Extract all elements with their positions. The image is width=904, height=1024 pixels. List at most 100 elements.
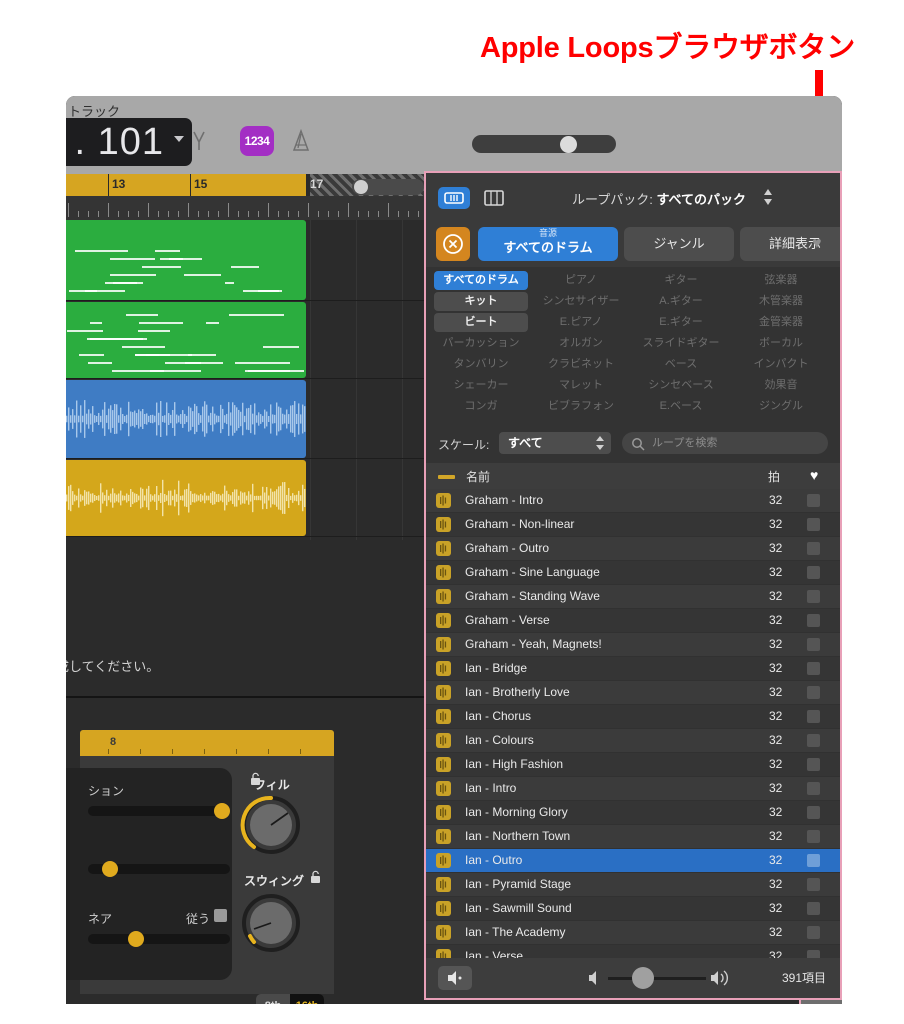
favorite-checkbox[interactable] [807, 758, 820, 771]
favorite-checkbox[interactable] [807, 494, 820, 507]
list-item[interactable]: Ian - Outro 32 [426, 849, 840, 873]
slider-thumb[interactable] [214, 803, 230, 819]
list-item[interactable]: Ian - Bridge 32 [426, 657, 840, 681]
table-row[interactable] [66, 460, 306, 536]
favorite-checkbox[interactable] [807, 806, 820, 819]
tab-details[interactable]: 詳細表示 [740, 227, 840, 261]
category-cell-2-6[interactable]: マレット [534, 376, 628, 395]
category-cell-2-3[interactable]: E.ピアノ [534, 313, 628, 332]
cycle-region[interactable] [66, 174, 306, 196]
category-cell-1-4[interactable]: パーカッション [434, 334, 528, 353]
category-cell-4-7[interactable]: ジングル [734, 397, 828, 416]
list-item[interactable]: Ian - Pyramid Stage 32 [426, 873, 840, 897]
list-item[interactable]: Graham - Intro 32 [426, 489, 840, 513]
list-item[interactable]: Graham - Standing Wave 32 [426, 585, 840, 609]
favorite-checkbox[interactable] [807, 710, 820, 723]
favorite-checkbox[interactable] [807, 686, 820, 699]
category-cell-4-5[interactable]: インパクト [734, 355, 828, 374]
slider-thumb[interactable] [560, 136, 577, 153]
loop-type-column-icon[interactable] [438, 475, 455, 479]
list-item[interactable]: Ian - High Fashion 32 [426, 753, 840, 777]
loop-pack-view-icon[interactable] [438, 187, 470, 209]
favorite-checkbox[interactable] [807, 926, 820, 939]
fill-knob[interactable] [240, 794, 302, 856]
list-item[interactable]: Ian - Northern Town 32 [426, 825, 840, 849]
category-cell-4-1[interactable]: 弦楽器 [734, 271, 828, 290]
list-item[interactable]: Ian - The Academy 32 [426, 921, 840, 945]
category-cell-1-5[interactable]: タンバリン [434, 355, 528, 374]
list-item[interactable]: Ian - Intro 32 [426, 777, 840, 801]
tab-genre[interactable]: ジャンル [624, 227, 734, 261]
category-cell-2-7[interactable]: ビブラフォン [534, 397, 628, 416]
favorite-checkbox[interactable] [807, 542, 820, 555]
category-cell-1-7[interactable]: コンガ [434, 397, 528, 416]
follow-checkbox[interactable] [214, 909, 227, 922]
tab-instrument[interactable]: 音源 すべてのドラム [478, 227, 618, 261]
category-cell-1-3[interactable]: ビート [434, 313, 528, 332]
category-cell-3-3[interactable]: E.ギター [634, 313, 728, 332]
favorite-checkbox[interactable] [807, 878, 820, 891]
preview-volume-slider[interactable] [608, 977, 706, 980]
column-header-name[interactable]: 名前 [466, 468, 490, 485]
favorite-checkbox[interactable] [807, 590, 820, 603]
category-cell-4-3[interactable]: 金管楽器 [734, 313, 828, 332]
list-item[interactable]: Graham - Outro 32 [426, 537, 840, 561]
heart-icon[interactable]: ♥ [810, 467, 818, 483]
favorite-checkbox[interactable] [807, 518, 820, 531]
slider-thumb[interactable] [354, 180, 368, 194]
column-view-icon[interactable] [478, 187, 510, 209]
list-item[interactable]: Graham - Non-linear 32 [426, 513, 840, 537]
favorite-checkbox[interactable] [807, 566, 820, 579]
scale-select[interactable]: すべて [499, 432, 611, 454]
list-item[interactable]: Ian - Verse 32 [426, 945, 840, 958]
note-value-group[interactable]: 8th 16th [256, 994, 324, 1004]
snare-slider[interactable] [88, 931, 230, 947]
list-item[interactable]: Ian - Brotherly Love 32 [426, 681, 840, 705]
favorite-checkbox[interactable] [807, 734, 820, 747]
tempo-display[interactable]: . 101 [66, 118, 192, 166]
complexity-slider[interactable] [88, 803, 230, 819]
category-cell-2-1[interactable]: ピアノ [534, 271, 628, 290]
category-cell-4-4[interactable]: ボーカル [734, 334, 828, 353]
timeline-ruler[interactable]: 13 15 17 [66, 174, 424, 196]
favorite-checkbox[interactable] [807, 662, 820, 675]
favorite-checkbox[interactable] [807, 638, 820, 651]
table-row[interactable] [66, 220, 306, 300]
table-row[interactable] [66, 302, 306, 378]
category-cell-2-4[interactable]: オルガン [534, 334, 628, 353]
list-item[interactable]: Ian - Morning Glory 32 [426, 801, 840, 825]
favorite-checkbox[interactable] [807, 950, 820, 958]
category-cell-4-2[interactable]: 木管楽器 [734, 292, 828, 311]
list-item[interactable]: Ian - Colours 32 [426, 729, 840, 753]
count-in-badge[interactable]: 1234 [240, 126, 274, 156]
category-cell-3-5[interactable]: ベース [634, 355, 728, 374]
editor-ruler[interactable]: 8 [80, 730, 334, 756]
favorite-checkbox[interactable] [807, 902, 820, 915]
up-down-stepper-icon[interactable] [762, 187, 774, 207]
list-item[interactable]: Ian - Chorus 32 [426, 705, 840, 729]
favorite-checkbox[interactable] [807, 854, 820, 867]
category-cell-2-5[interactable]: クラビネット [534, 355, 628, 374]
metronome-icon[interactable] [288, 128, 314, 154]
category-cell-3-2[interactable]: A.ギター [634, 292, 728, 311]
loudness-slider[interactable] [88, 861, 230, 877]
category-cell-1-2[interactable]: キット [434, 292, 528, 311]
search-input[interactable]: ループを検索 [622, 432, 828, 454]
category-cell-3-7[interactable]: E.ベース [634, 397, 728, 416]
category-cell-2-2[interactable]: シンセサイザー [534, 292, 628, 311]
heart-icon[interactable]: ♥ [812, 235, 822, 253]
category-cell-3-6[interactable]: シンセベース [634, 376, 728, 395]
slider-thumb[interactable] [102, 861, 118, 877]
loop-pack-selector[interactable]: ループパック: すべてのパック [534, 189, 784, 208]
loop-list[interactable]: Graham - Intro 32 Graham - Non-linear 32 Gra… [426, 489, 840, 958]
slider-thumb[interactable] [632, 967, 654, 989]
list-item[interactable]: Ian - Sawmill Sound 32 [426, 897, 840, 921]
category-cell-3-1[interactable]: ギター [634, 271, 728, 290]
category-cell-4-6[interactable]: 効果音 [734, 376, 828, 395]
note-value-16th[interactable]: 16th [290, 994, 324, 1004]
column-header-beats[interactable]: 拍 [768, 468, 780, 485]
note-value-8th[interactable]: 8th [256, 994, 290, 1004]
lock-icon[interactable] [308, 870, 324, 884]
swing-knob[interactable] [240, 892, 302, 954]
category-cell-3-4[interactable]: スライドギター [634, 334, 728, 353]
